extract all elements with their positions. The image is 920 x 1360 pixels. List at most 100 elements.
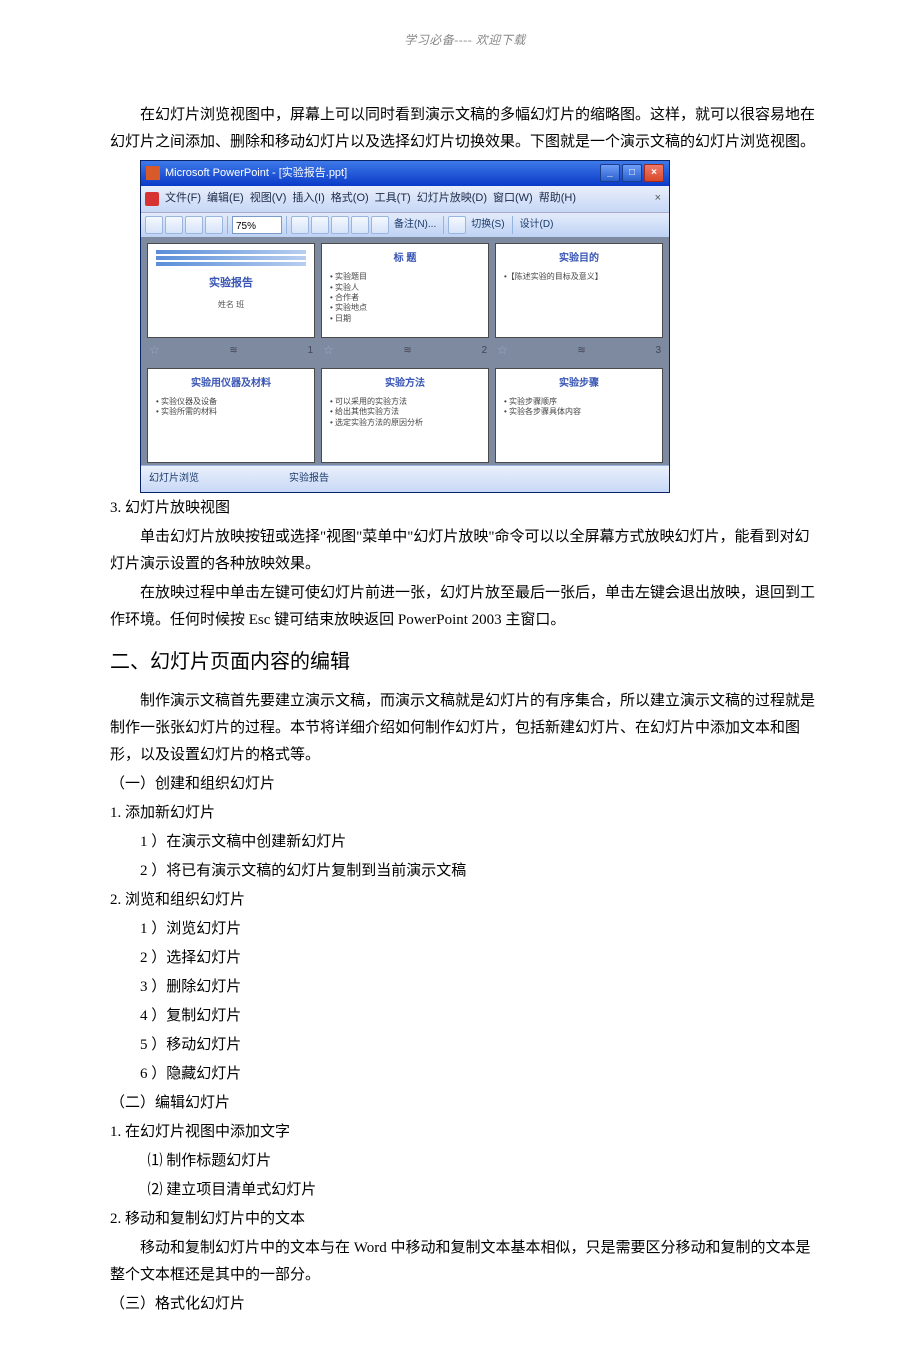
thumb-title: 标 题 — [330, 250, 480, 268]
thumb-title: 实验步骤 — [504, 375, 654, 393]
menu-window[interactable]: 窗口(W) — [491, 188, 535, 210]
subsection-1-title: （一）创建和组织幻灯片 — [110, 771, 820, 798]
pp-menubar: 文件(F) 编辑(E) 视图(V) 插入(I) 格式(O) 工具(T) 幻灯片放… — [141, 186, 669, 212]
list-item: 2 ）选择幻灯片 — [110, 945, 820, 972]
pdf-icon[interactable] — [145, 192, 159, 206]
thumb-body: • 实验题目 • 实验人 • 合作者 • 实验地点 • 日期 — [330, 272, 480, 324]
pp-toolbar: 75% 备注(N)... 切换(S) 设计(D) — [141, 212, 669, 237]
open-icon[interactable] — [165, 216, 183, 234]
list-item: 1. 添加新幻灯片 — [110, 800, 820, 827]
paragraph-intro: 在幻灯片浏览视图中，屏幕上可以同时看到演示文稿的多幅幻灯片的缩略图。这样，就可以… — [110, 102, 820, 156]
toolbar-icon[interactable] — [291, 216, 309, 234]
menu-format[interactable]: 格式(O) — [329, 188, 371, 210]
window-buttons: _ □ × — [600, 164, 664, 182]
menu-tools[interactable]: 工具(T) — [373, 188, 413, 210]
pp-window: Microsoft PowerPoint - [实验报告.ppt] _ □ × … — [140, 160, 670, 493]
slide-thumbnail-5[interactable]: 实验方法 • 可以采用的实验方法 • 给出其他实验方法 • 选定实验方法的原因分… — [321, 368, 489, 463]
thumb-body: • 实验步骤顺序 • 实验各步骤具体内容 — [504, 397, 654, 418]
slide-anim-icon: ≋ — [577, 342, 585, 360]
slide-anim-icon: ≋ — [229, 342, 237, 360]
paragraph: 单击幻灯片放映按钮或选择"视图"菜单中"幻灯片放映"命令可以以全屏幕方式放映幻灯… — [110, 524, 820, 578]
list-item: ⑵ 建立项目清单式幻灯片 — [110, 1177, 820, 1204]
pp-slide-sorter: 实验报告 姓名 班 ☆ ≋ 1 标 题 • 实验题目 • 实验人 • 合作者 • 实… — [141, 237, 669, 465]
pp-window-title: Microsoft PowerPoint - [实验报告.ppt] — [165, 164, 600, 184]
thumb-body: •【陈述实验的目标及意义】 — [504, 272, 654, 282]
slide-number: 1 — [307, 342, 313, 360]
slide-cell[interactable]: 实验报告 姓名 班 ☆ ≋ 1 — [147, 243, 315, 362]
pp-titlebar: Microsoft PowerPoint - [实验报告.ppt] _ □ × — [141, 161, 669, 187]
paragraph: 在放映过程中单击左键可使幻灯片前进一张，幻灯片放至最后一张后，单击左键会退出放映… — [110, 580, 820, 634]
list-item: 2. 移动和复制幻灯片中的文本 — [110, 1206, 820, 1233]
toolbar-icon[interactable] — [331, 216, 349, 234]
menu-insert[interactable]: 插入(I) — [290, 188, 326, 210]
powerpoint-screenshot: Microsoft PowerPoint - [实验报告.ppt] _ □ × … — [140, 160, 670, 493]
thumb-subtitle: 姓名 班 — [156, 298, 306, 312]
doc-close-icon[interactable]: × — [651, 189, 665, 209]
list-item: 2. 浏览和组织幻灯片 — [110, 887, 820, 914]
status-view-mode: 幻灯片浏览 — [149, 470, 199, 488]
paragraph: 移动和复制幻灯片中的文本与在 Word 中移动和复制文本基本相似，只是需要区分移… — [110, 1235, 820, 1289]
list-item: 1 ）浏览幻灯片 — [110, 916, 820, 943]
thumb-body: • 可以采用的实验方法 • 给出其他实验方法 • 选定实验方法的原因分析 — [330, 397, 480, 428]
switch-icon[interactable] — [448, 216, 466, 234]
thumb-body: • 实验仪器及设备 • 实验所需的材料 — [156, 397, 306, 418]
slide-cell[interactable]: 实验步骤 • 实验步骤顺序 • 实验各步骤具体内容 — [495, 368, 663, 463]
heading-3: 3. 幻灯片放映视图 — [110, 495, 820, 522]
maximize-icon[interactable]: □ — [622, 164, 642, 182]
print-icon[interactable] — [205, 216, 223, 234]
menu-file[interactable]: 文件(F) — [163, 188, 203, 210]
pp-app-icon — [146, 166, 160, 180]
toolbar-design-button[interactable]: 设计(D) — [517, 216, 557, 234]
page-header-note: 学习必备---- 欢迎下载 — [110, 30, 820, 52]
list-item: 5 ）移动幻灯片 — [110, 1032, 820, 1059]
toolbar-icon[interactable] — [311, 216, 329, 234]
menu-edit[interactable]: 编辑(E) — [205, 188, 246, 210]
slide-thumbnail-1[interactable]: 实验报告 姓名 班 — [147, 243, 315, 338]
zoom-dropdown[interactable]: 75% — [232, 216, 282, 234]
thumb-title: 实验方法 — [330, 375, 480, 393]
list-item: 2 ）将已有演示文稿的幻灯片复制到当前演示文稿 — [110, 858, 820, 885]
transition-icon: ☆ — [497, 340, 508, 362]
list-item: 4 ）复制幻灯片 — [110, 1003, 820, 1030]
toolbar-switch-button[interactable]: 切换(S) — [468, 216, 507, 234]
separator — [512, 216, 513, 234]
menu-view[interactable]: 视图(V) — [248, 188, 289, 210]
menu-slideshow[interactable]: 幻灯片放映(D) — [415, 188, 489, 210]
minimize-icon[interactable]: _ — [600, 164, 620, 182]
toolbar-icon[interactable] — [371, 216, 389, 234]
list-item: 1. 在幻灯片视图中添加文字 — [110, 1119, 820, 1146]
slide-cell[interactable]: 标 题 • 实验题目 • 实验人 • 合作者 • 实验地点 • 日期 ☆ ≋ 2 — [321, 243, 489, 362]
new-icon[interactable] — [145, 216, 163, 234]
thumb-title: 实验报告 — [156, 274, 306, 294]
transition-icon: ☆ — [323, 340, 334, 362]
slide-thumbnail-2[interactable]: 标 题 • 实验题目 • 实验人 • 合作者 • 实验地点 • 日期 — [321, 243, 489, 338]
separator — [443, 216, 444, 234]
slide-cell[interactable]: 实验目的 •【陈述实验的目标及意义】 ☆ ≋ 3 — [495, 243, 663, 362]
list-item: ⑴ 制作标题幻灯片 — [110, 1148, 820, 1175]
subsection-2-title: （二）编辑幻灯片 — [110, 1090, 820, 1117]
slide-thumbnail-4[interactable]: 实验用仪器及材料 • 实验仪器及设备 • 实验所需的材料 — [147, 368, 315, 463]
transition-icon: ☆ — [149, 340, 160, 362]
heading-section-2: 二、幻灯片页面内容的编辑 — [110, 644, 820, 680]
paragraph: 制作演示文稿首先要建立演示文稿，而演示文稿就是幻灯片的有序集合，所以建立演示文稿… — [110, 688, 820, 769]
subsection-3-title: （三）格式化幻灯片 — [110, 1291, 820, 1318]
close-icon[interactable]: × — [644, 164, 664, 182]
toolbar-icon[interactable] — [351, 216, 369, 234]
slide-thumbnail-3[interactable]: 实验目的 •【陈述实验的目标及意义】 — [495, 243, 663, 338]
list-item: 1 ）在演示文稿中创建新幻灯片 — [110, 829, 820, 856]
slide-cell[interactable]: 实验方法 • 可以采用的实验方法 • 给出其他实验方法 • 选定实验方法的原因分… — [321, 368, 489, 463]
thumb-title: 实验用仪器及材料 — [156, 375, 306, 393]
save-icon[interactable] — [185, 216, 203, 234]
separator — [286, 216, 287, 234]
menu-help[interactable]: 帮助(H) — [537, 188, 578, 210]
slide-anim-icon: ≋ — [403, 342, 411, 360]
toolbar-notes-button[interactable]: 备注(N)... — [391, 216, 439, 234]
slide-number: 3 — [655, 342, 661, 360]
separator — [227, 216, 228, 234]
list-item: 3 ）删除幻灯片 — [110, 974, 820, 1001]
status-doc-name: 实验报告 — [289, 470, 329, 488]
list-item: 6 ）隐藏幻灯片 — [110, 1061, 820, 1088]
slide-thumbnail-6[interactable]: 实验步骤 • 实验步骤顺序 • 实验各步骤具体内容 — [495, 368, 663, 463]
slide-number: 2 — [481, 342, 487, 360]
slide-cell[interactable]: 实验用仪器及材料 • 实验仪器及设备 • 实验所需的材料 — [147, 368, 315, 463]
